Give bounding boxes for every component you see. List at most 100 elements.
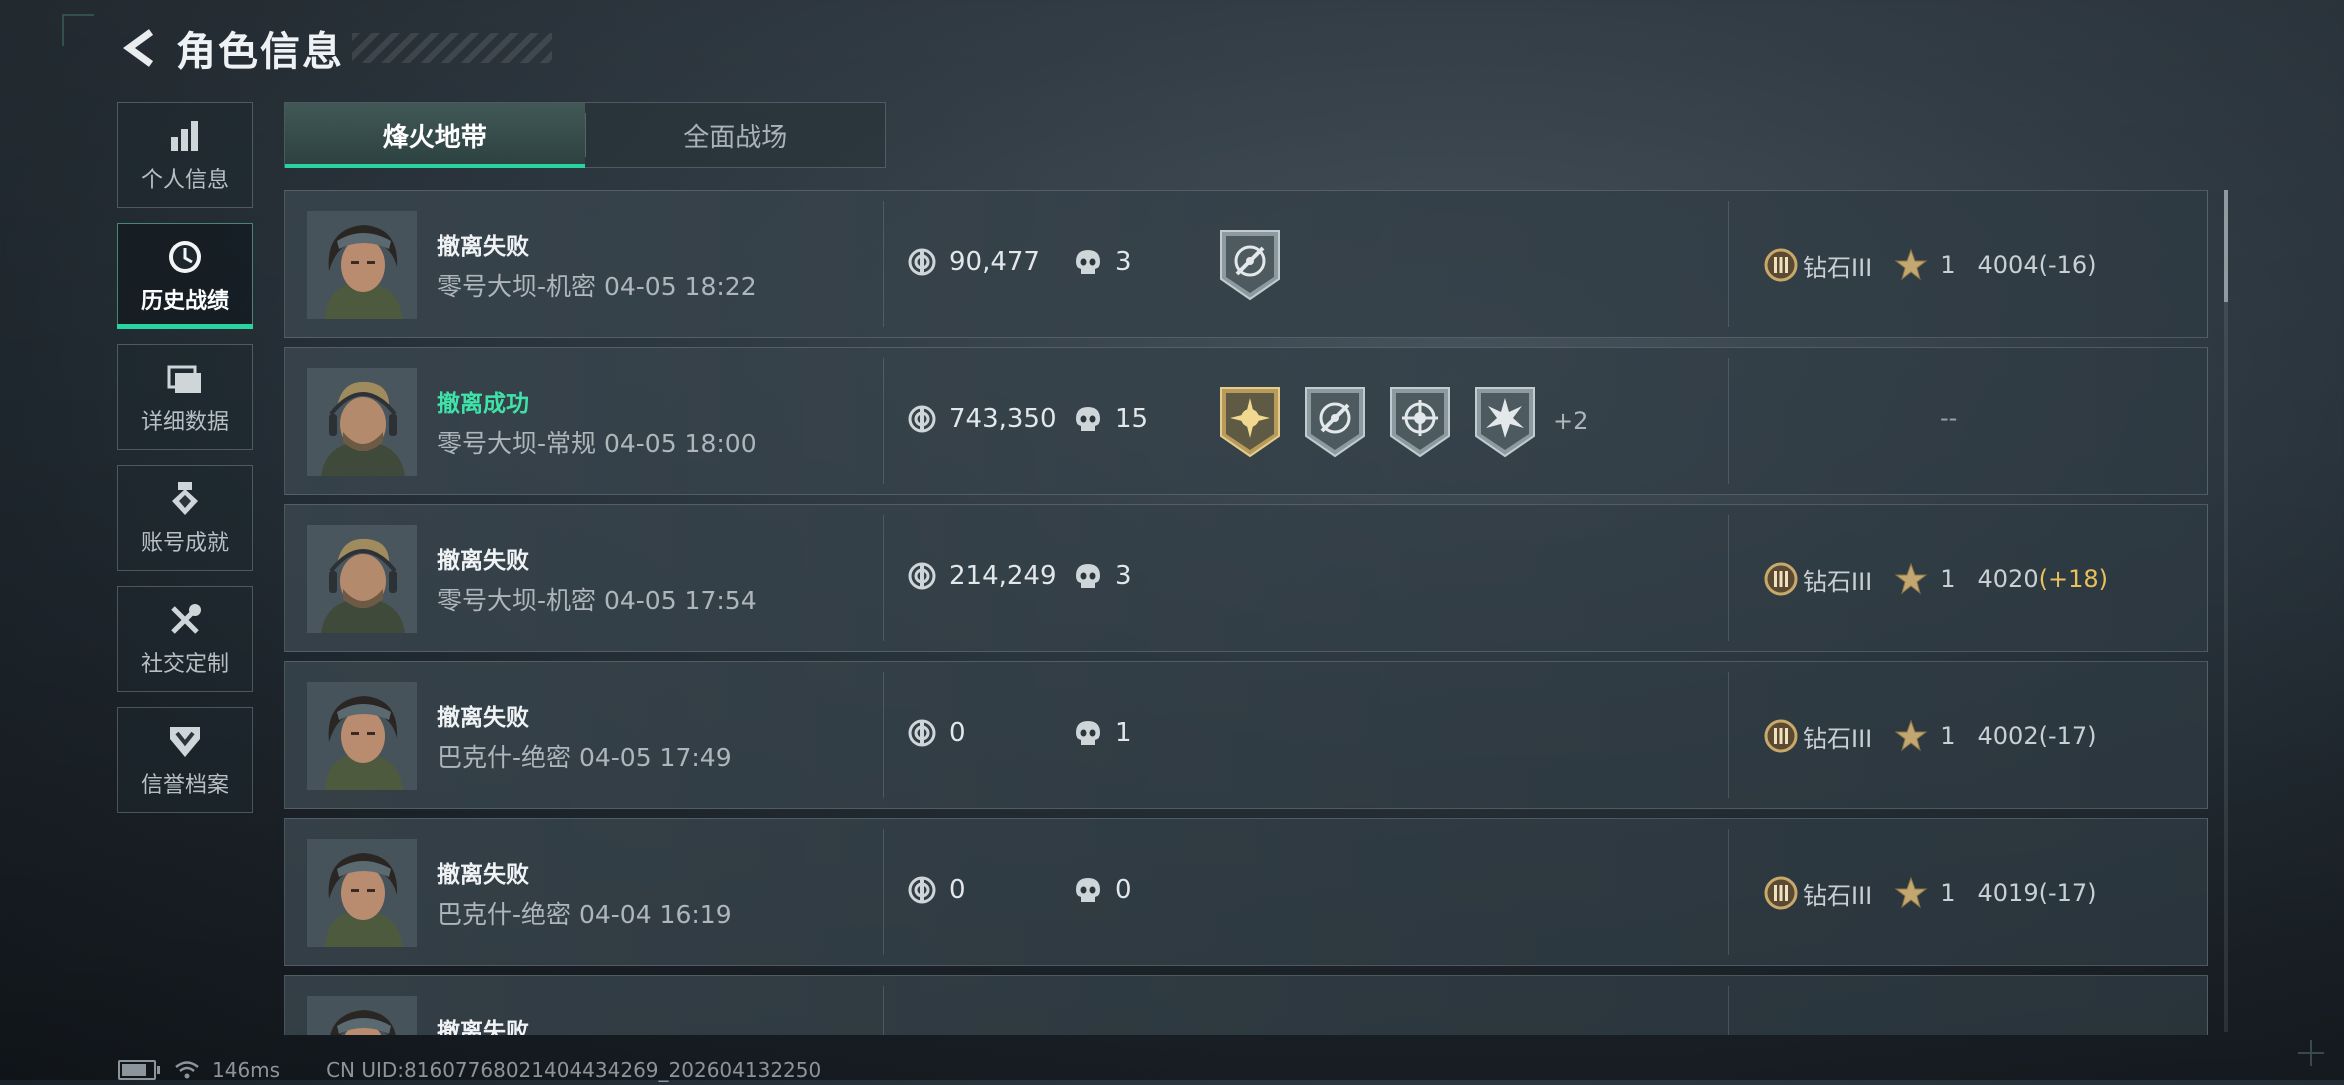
- map-and-time: 零号大坝-机密 04-05 18:22: [437, 272, 757, 301]
- silver-target-medal-icon[interactable]: [1217, 227, 1283, 301]
- sidebar-item-label: 信誉档案: [140, 773, 229, 798]
- silver-crosshair-medal-icon[interactable]: [1387, 384, 1453, 458]
- list-scrollbar[interactable]: [2224, 190, 2228, 1032]
- silver-burst-medal-icon[interactable]: [1472, 384, 1538, 458]
- rank-info: 钻石III 1 4019 (-17): [1763, 875, 2097, 911]
- title-decoration: [352, 33, 552, 63]
- tab-warfare-zone[interactable]: 烽火地带: [285, 103, 585, 168]
- rank-score: 4019: [1977, 879, 2039, 907]
- star-icon: [1894, 719, 1928, 753]
- kill-count-text: 3: [1115, 247, 1132, 277]
- map-and-time: 巴克什-绝密 04-04 16:19: [437, 900, 732, 929]
- match-record-row[interactable]: 撤离失败 巴克什-绝密 04-04 16:19 0 0 钻石III 1 4019 (-1…: [284, 818, 2208, 966]
- skull-icon: [1073, 247, 1103, 277]
- row-divider: [883, 986, 884, 1035]
- page-title: 角色信息: [176, 29, 344, 75]
- star-count: 1: [1940, 565, 1956, 593]
- kill-count-text: 1: [1115, 718, 1132, 748]
- haul-value-text: 214,249: [949, 561, 1057, 591]
- haul-value: 90,477: [907, 247, 1040, 277]
- folder-icon: [165, 358, 205, 398]
- ping-text: 146ms: [212, 1058, 281, 1082]
- sidebar-item-label: 详细数据: [140, 410, 229, 435]
- crosshair-corner-decoration: [2298, 1040, 2324, 1066]
- battery-icon: [118, 1060, 160, 1080]
- tab-full-battlefield[interactable]: 全面战场: [586, 103, 886, 167]
- kill-count: 3: [1073, 247, 1132, 277]
- skull-icon: [1073, 561, 1103, 591]
- operator-avatar: [307, 211, 417, 319]
- diamond-rank-icon: [1763, 718, 1799, 754]
- operator-avatar: [307, 368, 417, 476]
- back-arrow-icon[interactable]: [118, 25, 164, 71]
- haul-value: 0: [907, 875, 966, 905]
- haul-value: 743,350: [907, 404, 1057, 434]
- extraction-status: 撤离失败: [437, 1019, 529, 1035]
- uid-text: CN UID:8160776802140443426​9_20260413225…: [326, 1058, 822, 1082]
- match-record-row[interactable]: 撤离失败 零号大坝-机密 04-05 17:54 214,249 3 钻石III 1 …: [284, 504, 2208, 652]
- clock-icon: [165, 237, 205, 277]
- operator-avatar: [307, 839, 417, 947]
- rank-empty: --: [1940, 404, 1958, 432]
- match-record-row[interactable]: 撤离失败 巴克什-绝密 04-05 17:49 0 1 钻石III 1 4002 (-1…: [284, 661, 2208, 809]
- gold-sun-medal-icon[interactable]: [1217, 384, 1283, 458]
- skull-icon: [1073, 875, 1103, 905]
- bar-chart-icon: [165, 116, 205, 156]
- match-record-row[interactable]: 撤离失败: [284, 975, 2208, 1035]
- row-divider: [1728, 358, 1729, 484]
- extraction-status: 撤离失败: [437, 234, 529, 260]
- star-count: 1: [1940, 251, 1956, 279]
- map-and-time: 巴克什-绝密 04-05 17:49: [437, 743, 732, 772]
- rank-name: 钻石III: [1803, 567, 1873, 596]
- skull-icon: [1073, 404, 1103, 434]
- extraction-status: 撤离成功: [437, 391, 529, 417]
- extraction-status: 撤离失败: [437, 705, 529, 731]
- match-history-list[interactable]: 撤离失败 零号大坝-机密 04-05 18:22 90,477 3 钻石III 1 4…: [284, 190, 2208, 1035]
- star-icon: [1894, 562, 1928, 596]
- sidebar-item-label: 账号成就: [140, 531, 229, 556]
- achievement-medal-icon: [165, 479, 205, 519]
- star-icon: [1894, 248, 1928, 282]
- sidebar-item-label: 社交定制: [140, 652, 229, 677]
- star-count: 1: [1940, 879, 1956, 907]
- wifi-icon: [174, 1060, 200, 1080]
- kill-count: 0: [1073, 875, 1132, 905]
- match-record-row[interactable]: 撤离失败零号大坝-机密 04-05 18:22 90,477 3 钻石III 1 4…: [284, 190, 2208, 338]
- star-count: 1: [1940, 722, 1956, 750]
- score-delta: (+18): [2038, 565, 2108, 593]
- sidebar-item-achievements[interactable]: 账号成就: [117, 465, 253, 571]
- sidebar-item-social-custom[interactable]: 社交定制: [117, 586, 253, 692]
- medal-list: +2: [1217, 384, 1588, 458]
- scrollbar-thumb[interactable]: [2224, 190, 2228, 302]
- score-delta: (-17): [2038, 722, 2097, 750]
- score-delta: (-16): [2038, 251, 2097, 279]
- row-divider: [883, 672, 884, 798]
- star-icon: [1894, 876, 1928, 910]
- sidebar-item-reputation[interactable]: 信誉档案: [117, 707, 253, 813]
- rank-name: 钻石III: [1803, 253, 1873, 282]
- extraction-status: 撤离失败: [437, 548, 529, 574]
- haul-value-text: 743,350: [949, 404, 1057, 434]
- row-divider: [1728, 515, 1729, 641]
- rank-score: 4020: [1977, 565, 2039, 593]
- operator-avatar: [307, 996, 417, 1035]
- kill-count-text: 0: [1115, 875, 1132, 905]
- map-and-time: 零号大坝-机密 04-05 17:54: [437, 586, 757, 615]
- haul-value: 0: [907, 718, 966, 748]
- sidebar-item-detailed-data[interactable]: 详细数据: [117, 344, 253, 450]
- match-record-row[interactable]: 撤离成功 零号大坝-常规 04-05 18:00 743,350 15 +2 --: [284, 347, 2208, 495]
- value-coin-icon: [907, 875, 937, 905]
- rank-score: 4004: [1977, 251, 2039, 279]
- silver-target-medal-icon[interactable]: [1302, 384, 1368, 458]
- sidebar-item-match-history[interactable]: 历史战绩: [117, 223, 253, 329]
- sidebar-item-label: 历史战绩: [140, 289, 229, 314]
- more-medals-count[interactable]: +2: [1553, 407, 1588, 435]
- row-divider: [1728, 829, 1729, 955]
- row-divider: [883, 515, 884, 641]
- sidebar-item-personal-info[interactable]: 个人信息: [117, 102, 253, 208]
- rank-info: 钻石III 1 4004 (-16): [1763, 247, 2097, 283]
- kill-count: 3: [1073, 561, 1132, 591]
- kill-count: 1: [1073, 718, 1132, 748]
- sidebar-nav: 个人信息 历史战绩 详细数据 账号成就 社交定制 信誉档案: [117, 102, 255, 828]
- mode-tabs: 烽火地带 全面战场: [284, 102, 886, 168]
